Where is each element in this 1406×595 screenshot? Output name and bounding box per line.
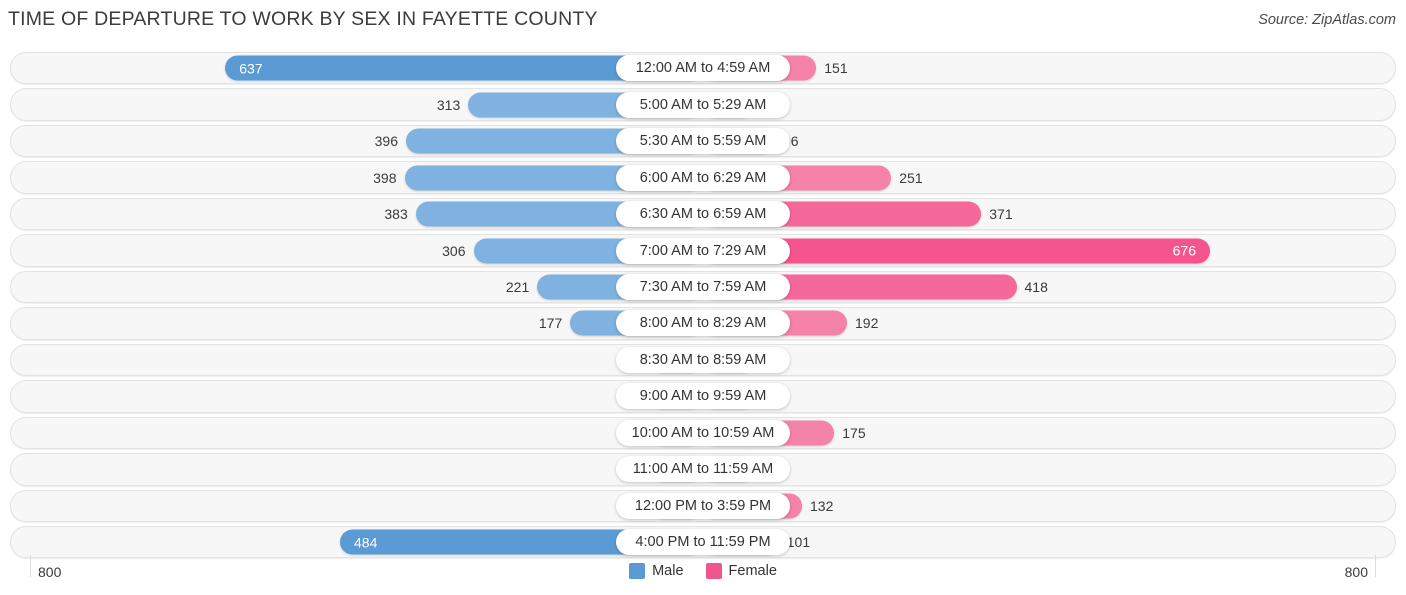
category-label: 8:30 AM to 8:59 AM: [616, 346, 790, 373]
bar-row[interactable]: 637 151 12:00 AM to 4:59 AM: [0, 50, 1406, 86]
category-label: 11:00 AM to 11:59 AM: [616, 456, 790, 483]
bar-row[interactable]: 396 96 5:30 AM to 5:59 AM: [0, 123, 1406, 159]
bar-row[interactable]: 383 371 6:30 AM to 6:59 AM: [0, 196, 1406, 232]
bar-row[interactable]: 177 192 8:00 AM to 8:29 AM: [0, 305, 1406, 341]
male-value-label: 484: [354, 534, 378, 551]
category-label: 5:00 AM to 5:29 AM: [616, 91, 790, 118]
bar-row[interactable]: 8478:30 AM to 8:59 AM: [0, 342, 1406, 378]
chart-header: TIME OF DEPARTURE TO WORK BY SEX IN FAYE…: [0, 0, 1406, 44]
source-attribution: Source: ZipAtlas.com: [1258, 12, 1396, 28]
chart-legend: Male Female: [0, 563, 1406, 579]
female-value-label: 676: [1172, 242, 1196, 259]
category-label: 7:00 AM to 7:29 AM: [616, 237, 790, 264]
female-value-label: 192: [855, 315, 879, 332]
category-label: 10:00 AM to 10:59 AM: [616, 419, 790, 446]
category-label: 12:00 AM to 4:59 AM: [616, 55, 790, 82]
male-value-label: 306: [442, 242, 466, 259]
male-value-label: 221: [505, 279, 530, 295]
category-label: 5:30 AM to 5:59 AM: [616, 128, 790, 155]
bar-row[interactable]: 217510:00 AM to 10:59 AM: [0, 415, 1406, 451]
female-value-label: 151: [824, 60, 848, 77]
page-title: TIME OF DEPARTURE TO WORK BY SEX IN FAYE…: [8, 8, 598, 30]
female-value-label: 175: [842, 424, 866, 441]
legend-item[interactable]: Male: [629, 563, 684, 579]
category-label: 8:00 AM to 8:29 AM: [616, 310, 790, 337]
female-value-label: 101: [786, 534, 811, 551]
male-value-label: 637: [239, 60, 263, 77]
male-value-label: 383: [384, 206, 408, 223]
category-label: 6:30 AM to 6:59 AM: [616, 201, 790, 228]
legend-swatch-icon: [629, 563, 646, 579]
legend-label: Female: [728, 563, 777, 579]
male-value-label: 177: [538, 315, 563, 332]
category-label: 12:00 PM to 3:59 PM: [616, 492, 790, 519]
category-label: 6:00 AM to 6:29 AM: [616, 164, 790, 191]
bar-row[interactable]: 313265:00 AM to 5:29 AM: [0, 86, 1406, 122]
legend-item[interactable]: Female: [705, 563, 777, 579]
female-value-label: 251: [899, 169, 923, 186]
male-value-label: 313: [436, 96, 461, 113]
male-value-label: 396: [374, 133, 398, 150]
bar-row[interactable]: 221 418 7:30 AM to 7:59 AM: [0, 269, 1406, 305]
female-value-label: 418: [1024, 279, 1048, 295]
bar-row[interactable]: 306 676 7:00 AM to 7:29 AM: [0, 232, 1406, 268]
male-value-label: 398: [373, 169, 397, 186]
chart-page: TIME OF DEPARTURE TO WORK BY SEX IN FAYE…: [0, 0, 1406, 595]
female-value-label: 132: [810, 497, 834, 514]
bar-row[interactable]: 6011:00 AM to 11:59 AM: [0, 451, 1406, 487]
chart-footer: 800 800 Male Female: [0, 555, 1406, 595]
category-label: 7:30 AM to 7:59 AM: [616, 274, 790, 300]
legend-label: Male: [652, 563, 684, 579]
legend-swatch-icon: [705, 563, 722, 579]
bar-row[interactable]: 7399:00 AM to 9:59 AM: [0, 378, 1406, 414]
category-label: 4:00 PM to 11:59 PM: [616, 529, 790, 556]
bar-row[interactable]: 4913212:00 PM to 3:59 PM: [0, 488, 1406, 524]
category-label: 9:00 AM to 9:59 AM: [616, 383, 790, 410]
bar-rows-container: 637 151 12:00 AM to 4:59 AM 313265:00 AM to…: [0, 50, 1406, 561]
female-value-label: 371: [989, 206, 1013, 223]
bar-row[interactable]: 398 251 6:00 AM to 6:29 AM: [0, 159, 1406, 195]
